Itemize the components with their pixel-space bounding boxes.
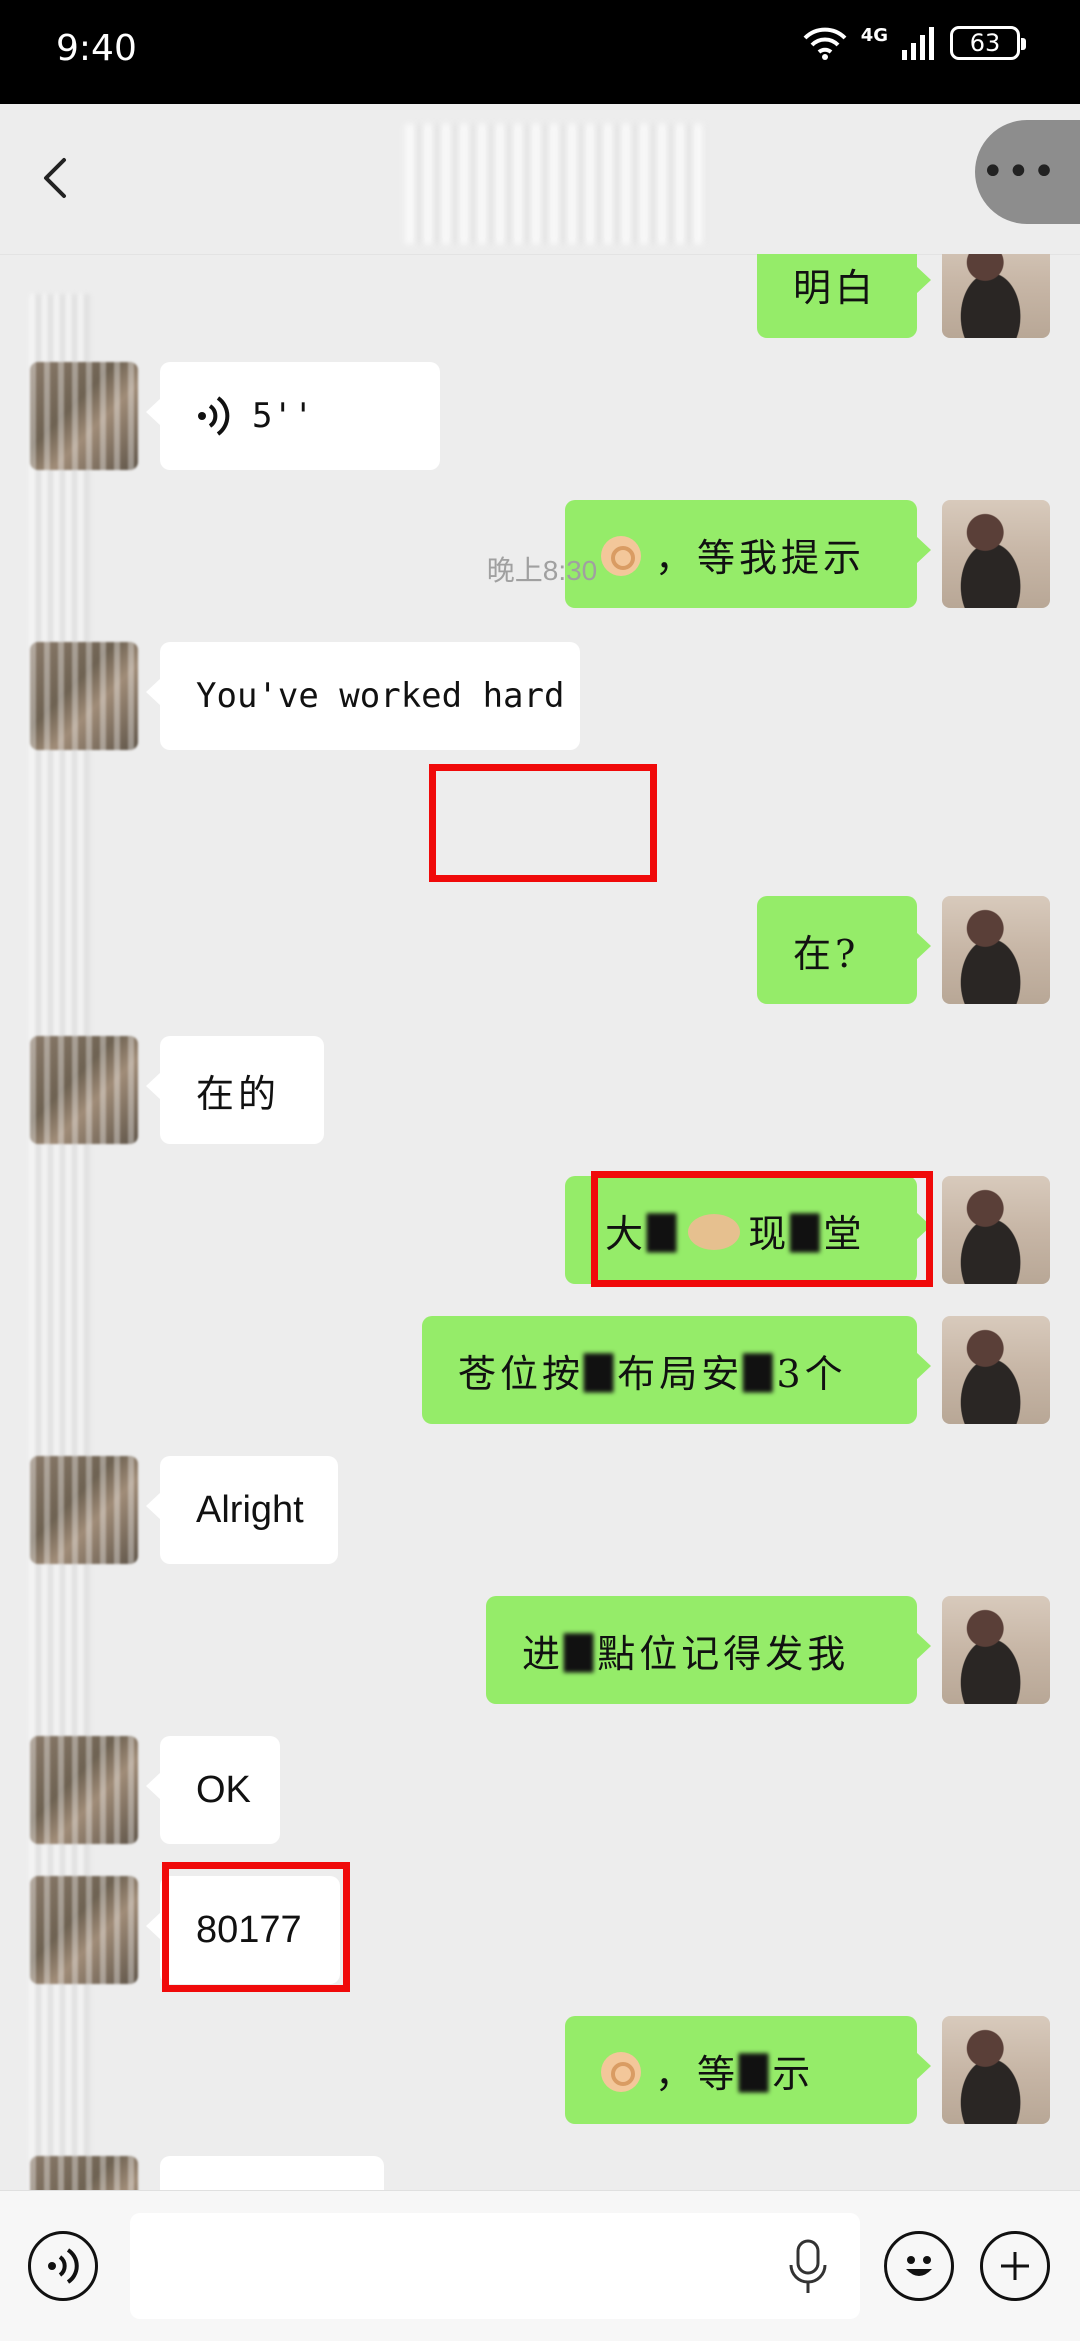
voice-toggle-button[interactable] [28,2231,98,2301]
avatar-self[interactable] [942,896,1050,1004]
message-input[interactable] [130,2213,860,2319]
message-text: Alright [196,1488,304,1531]
avatar-contact[interactable] [30,642,138,750]
message-bubble-incoming[interactable]: 在的 [146,1036,324,1144]
chat-header: ••• [0,104,1080,255]
status-icons: 4G 63 [803,24,1026,60]
avatar-contact[interactable] [30,362,138,470]
message-text-part: 布局安 [617,1351,744,1396]
back-button[interactable] [40,156,76,200]
avatar-self[interactable] [942,1176,1050,1284]
network-type: 4G [860,24,888,46]
highlight-box [429,764,657,882]
message-text: 在的 [196,1071,281,1116]
voice-icon [48,2248,79,2284]
message-bubble-outgoing[interactable]: ，等 ▇ 示 [565,2016,931,2124]
emoji-icon [906,2256,932,2276]
emoji-button[interactable] [884,2231,954,2301]
ok-hand-emoji-icon [601,2052,641,2092]
message-text: You've worked hard [196,676,565,716]
message-text-part: ，等 [655,2051,740,2096]
redacted-text: ▇ [564,1628,598,1672]
message-text: ，等我提示 [655,535,866,580]
message-text-part: 进 [522,1631,565,1676]
more-dots-icon: ••• [981,149,1058,195]
message-text-part: 苍位按 [458,1351,585,1396]
redacted-text: ▇ [739,2048,773,2092]
message-bubble-incoming[interactable]: Alright [146,1456,338,1564]
wifi-icon [803,27,847,60]
redacted-text: ▇ [743,1348,777,1392]
message-bubble-incoming[interactable] [160,2156,384,2190]
message-text-part: 點位记得发我 [597,1631,850,1676]
message-bubble-outgoing[interactable]: 苍位按 ▇ 布局安 ▇ 3个 [422,1316,931,1424]
message-bubble-incoming[interactable]: You've worked hard [146,642,580,750]
input-bar [0,2190,1080,2341]
signal-icon [902,27,934,60]
avatar-contact[interactable] [30,1456,138,1564]
message-text: OK [196,1768,251,1811]
avatar-contact[interactable] [30,1736,138,1844]
chat-title [480,164,620,204]
avatar-self[interactable] [942,500,1050,608]
message-list[interactable]: 明白 5'' ，等我提示 You've worked hard 晚上8:30 在… [0,254,1080,2190]
plus-icon [1001,2252,1029,2280]
avatar-contact[interactable] [30,2156,138,2190]
highlight-box [162,1862,350,1992]
highlight-box [591,1171,933,1287]
message-text-part: 3个 [776,1351,847,1396]
message-bubble-incoming[interactable]: OK [146,1736,280,1844]
avatar-self[interactable] [942,1316,1050,1424]
avatar-contact[interactable] [30,1036,138,1144]
avatar-self[interactable] [942,1596,1050,1704]
voice-message-bubble[interactable]: 5'' [146,362,440,470]
message-bubble-outgoing[interactable]: 进 ▇ 點位记得发我 [486,1596,931,1704]
avatar-self[interactable] [942,2016,1050,2124]
message-bubble-outgoing[interactable]: 明白 [757,254,931,338]
chevron-left-icon [44,158,66,198]
message-text: 在? [793,931,860,976]
status-time: 9:40 [56,28,137,69]
battery-level: 63 [969,29,1001,57]
redacted-text: ▇ [584,1348,618,1392]
mic-icon [789,2239,827,2293]
message-text-part: 示 [772,2051,815,2096]
avatar-self[interactable] [942,254,1050,338]
voice-icon [196,394,232,438]
plus-button[interactable] [980,2231,1050,2301]
message-text: 明白 [793,265,878,310]
status-bar: 9:40 4G 63 [0,0,1080,104]
voice-duration: 5'' [252,396,314,436]
mic-button[interactable] [786,2239,830,2299]
timestamp: 晚上8:30 [486,555,598,586]
battery-indicator: 63 [950,26,1026,60]
avatar-contact[interactable] [30,1876,138,1984]
message-bubble-outgoing[interactable]: 在? [757,896,931,1004]
more-button[interactable]: ••• [975,120,1080,224]
